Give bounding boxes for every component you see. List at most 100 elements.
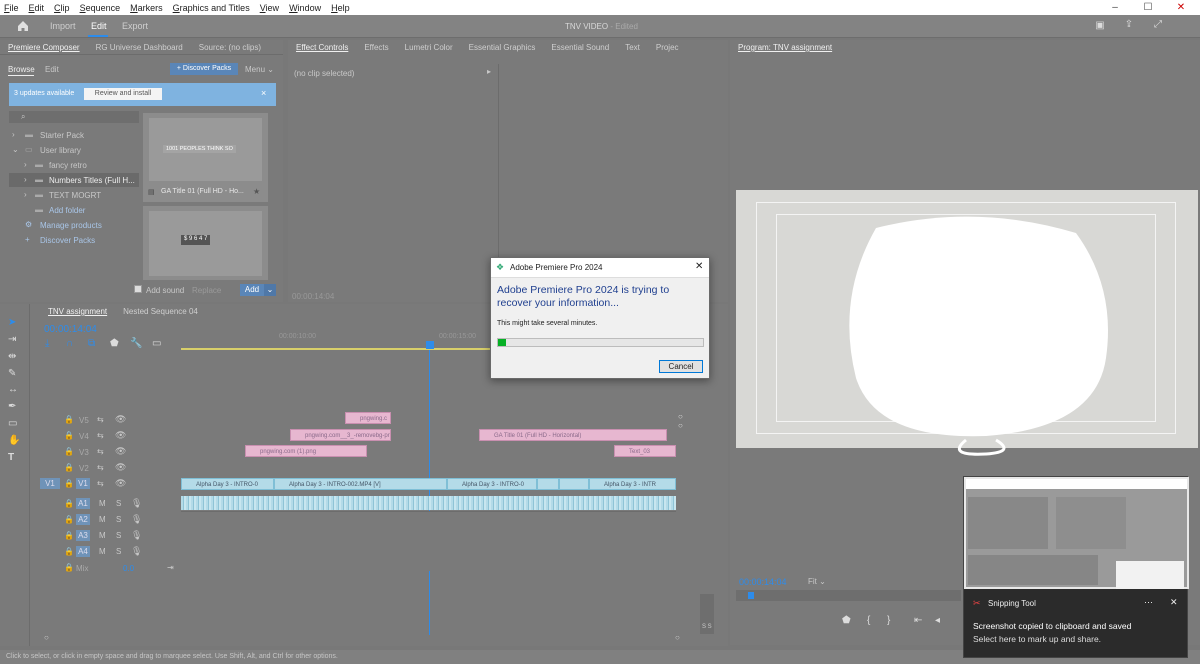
lock-icon[interactable]: 🔒 — [64, 447, 74, 456]
clip-v1a[interactable]: Alpha Day 3 - INTRO-0 — [181, 478, 274, 490]
tab-lumetri-color[interactable]: Lumetri Color — [397, 43, 461, 52]
lock-icon[interactable]: 🔒 — [64, 563, 74, 572]
wrench-icon[interactable]: 🔧 — [130, 338, 142, 349]
tab-effect-controls[interactable]: Effect Controls — [288, 43, 356, 52]
lock-icon[interactable]: 🔒 — [64, 499, 74, 508]
template-card[interactable]: $ 9 6 4 7 — [143, 206, 268, 280]
tab-tnv-assignment[interactable]: TNV assignment — [40, 307, 115, 316]
tree-fancy-retro[interactable]: fancy retro — [49, 161, 87, 170]
home-icon[interactable] — [16, 19, 30, 33]
track-scroll-dots[interactable]: ○ ○ — [678, 412, 684, 434]
menu-button[interactable]: Menu ⌄ — [245, 65, 274, 74]
clip-v1-short[interactable] — [559, 478, 589, 490]
sync-icon[interactable]: ⇆ — [97, 463, 104, 472]
mark-out-icon[interactable]: } — [887, 615, 890, 626]
solo-icon[interactable]: S — [116, 531, 121, 540]
clip-v4a[interactable]: pngwing.com__3_-removebg-pr — [290, 429, 391, 441]
lock-icon[interactable]: 🔒 — [64, 431, 74, 440]
share-icon[interactable]: ⇪ — [1122, 19, 1136, 30]
fit-dropdown[interactable]: Fit ⌄ — [808, 577, 826, 586]
snipping-toast[interactable]: ✂ Snipping Tool ⋯ ✕ Screenshot copied to… — [963, 476, 1189, 658]
lock-icon[interactable]: 🔒 — [64, 479, 74, 488]
solo-icon[interactable]: S — [116, 499, 121, 508]
chevron-right-icon[interactable]: › — [24, 175, 27, 184]
menu-sequence[interactable]: Sequence — [76, 3, 127, 13]
captions-icon[interactable]: ▭ — [152, 338, 161, 349]
playhead-handle[interactable] — [426, 341, 434, 349]
hand-icon[interactable]: ✋ — [8, 435, 20, 446]
tab-export[interactable]: Export — [122, 21, 148, 31]
snap-icon[interactable]: ∩ — [66, 338, 73, 349]
lock-icon[interactable]: 🔒 — [64, 531, 74, 540]
go-to-end-icon[interactable]: ⇥ — [167, 563, 174, 572]
tab-project[interactable]: Projec — [648, 43, 687, 52]
sync-icon[interactable]: ⇆ — [97, 447, 104, 456]
mute-icon[interactable]: M — [99, 499, 106, 508]
tab-essential-sound[interactable]: Essential Sound — [543, 43, 617, 52]
chevron-right-icon[interactable]: › — [12, 130, 15, 139]
track-label[interactable]: A3 — [76, 530, 90, 541]
screenshot-preview[interactable] — [964, 477, 1189, 589]
chevron-right-icon[interactable]: › — [24, 190, 27, 199]
minimize-button[interactable]: – — [1100, 0, 1130, 15]
eye-icon[interactable]: 👁 — [115, 478, 126, 489]
tree-starter-pack[interactable]: Starter Pack — [40, 131, 84, 140]
subtab-browse[interactable]: Browse — [8, 65, 35, 74]
lock-icon[interactable]: 🔒 — [64, 547, 74, 556]
timeline-horizontal-scrollbar[interactable]: ○ ○ — [40, 633, 680, 642]
add-dropdown-icon[interactable]: ⌄ — [264, 284, 276, 296]
close-window-button[interactable]: ✕ — [1166, 0, 1196, 15]
type-icon[interactable]: T — [8, 452, 14, 463]
mute-icon[interactable]: M — [99, 531, 106, 540]
mic-icon[interactable]: 🎙 — [131, 514, 142, 525]
clip-v3b[interactable]: Text_03 — [614, 445, 676, 457]
workspaces-icon[interactable]: ▣ — [1093, 20, 1107, 31]
subtab-edit[interactable]: Edit — [45, 65, 59, 74]
program-title[interactable]: Program: TNV assignment — [730, 43, 840, 52]
clip-v1b[interactable]: Alpha Day 3 - INTRO-002.MP4 [V] — [274, 478, 447, 490]
mark-in-icon[interactable]: { — [867, 615, 870, 626]
tab-premiere-composer[interactable]: Premiere Composer — [0, 43, 88, 52]
tab-rg-universe[interactable]: RG Universe Dashboard — [88, 43, 191, 52]
lock-icon[interactable]: 🔒 — [64, 463, 74, 472]
track-label[interactable]: V1 — [76, 478, 90, 489]
menu-edit[interactable]: Edit — [25, 3, 51, 13]
play-icon[interactable]: ▸ — [487, 67, 491, 76]
add-folder-link[interactable]: Add folder — [49, 206, 85, 215]
tree-numbers-titles[interactable]: Numbers Titles (Full H... — [49, 176, 135, 185]
tab-nested-sequence[interactable]: Nested Sequence 04 — [115, 307, 206, 316]
tab-text[interactable]: Text — [617, 43, 648, 52]
mix-value[interactable]: 0.0 — [123, 564, 134, 573]
discover-packs-button[interactable]: + Discover Packs — [170, 63, 238, 75]
eye-icon[interactable]: 👁 — [115, 462, 126, 473]
slip-icon[interactable]: ↔ — [8, 384, 18, 395]
add-button[interactable]: Add — [240, 284, 264, 296]
dialog-close-icon[interactable]: ✕ — [695, 261, 703, 272]
mic-icon[interactable]: 🎙 — [131, 546, 142, 557]
chevron-right-icon[interactable]: › — [24, 160, 27, 169]
mic-icon[interactable]: 🎙 — [131, 530, 142, 541]
solo-icon[interactable]: S — [116, 547, 121, 556]
menu-file[interactable]: File — [0, 3, 25, 13]
tab-import[interactable]: Import — [50, 21, 76, 31]
zoom-handle-left[interactable]: ○ — [44, 633, 49, 642]
menu-markers[interactable]: Markers — [126, 3, 169, 13]
star-icon[interactable]: ★ — [253, 187, 260, 196]
program-scrub-bar[interactable] — [736, 590, 961, 601]
pen-icon[interactable]: ✒ — [8, 401, 16, 412]
tracks-area[interactable]: pngwing.c pngwing.com__3_-removebg-pr GA… — [181, 412, 678, 572]
tree-text-mogrt[interactable]: TEXT MOGRT — [49, 191, 101, 200]
sync-icon[interactable]: ⇆ — [97, 415, 104, 424]
search-input[interactable]: ⌕ — [9, 111, 139, 123]
ripple-edit-icon[interactable]: ⇹ — [8, 351, 16, 362]
rectangle-icon[interactable]: ▭ — [8, 418, 17, 429]
manage-products-link[interactable]: Manage products — [40, 221, 102, 230]
linked-selection-icon[interactable]: ⧉ — [88, 338, 95, 349]
audio-clip-a1[interactable] — [181, 496, 676, 510]
eye-icon[interactable]: 👁 — [115, 446, 126, 457]
tab-edit[interactable]: Edit — [91, 21, 107, 31]
clip-v1d[interactable]: Alpha Day 3 - INTR — [589, 478, 676, 490]
track-label[interactable]: A2 — [76, 514, 90, 525]
clip-v1-short[interactable] — [537, 478, 559, 490]
fullscreen-icon[interactable]: ⤢ — [1151, 19, 1165, 30]
